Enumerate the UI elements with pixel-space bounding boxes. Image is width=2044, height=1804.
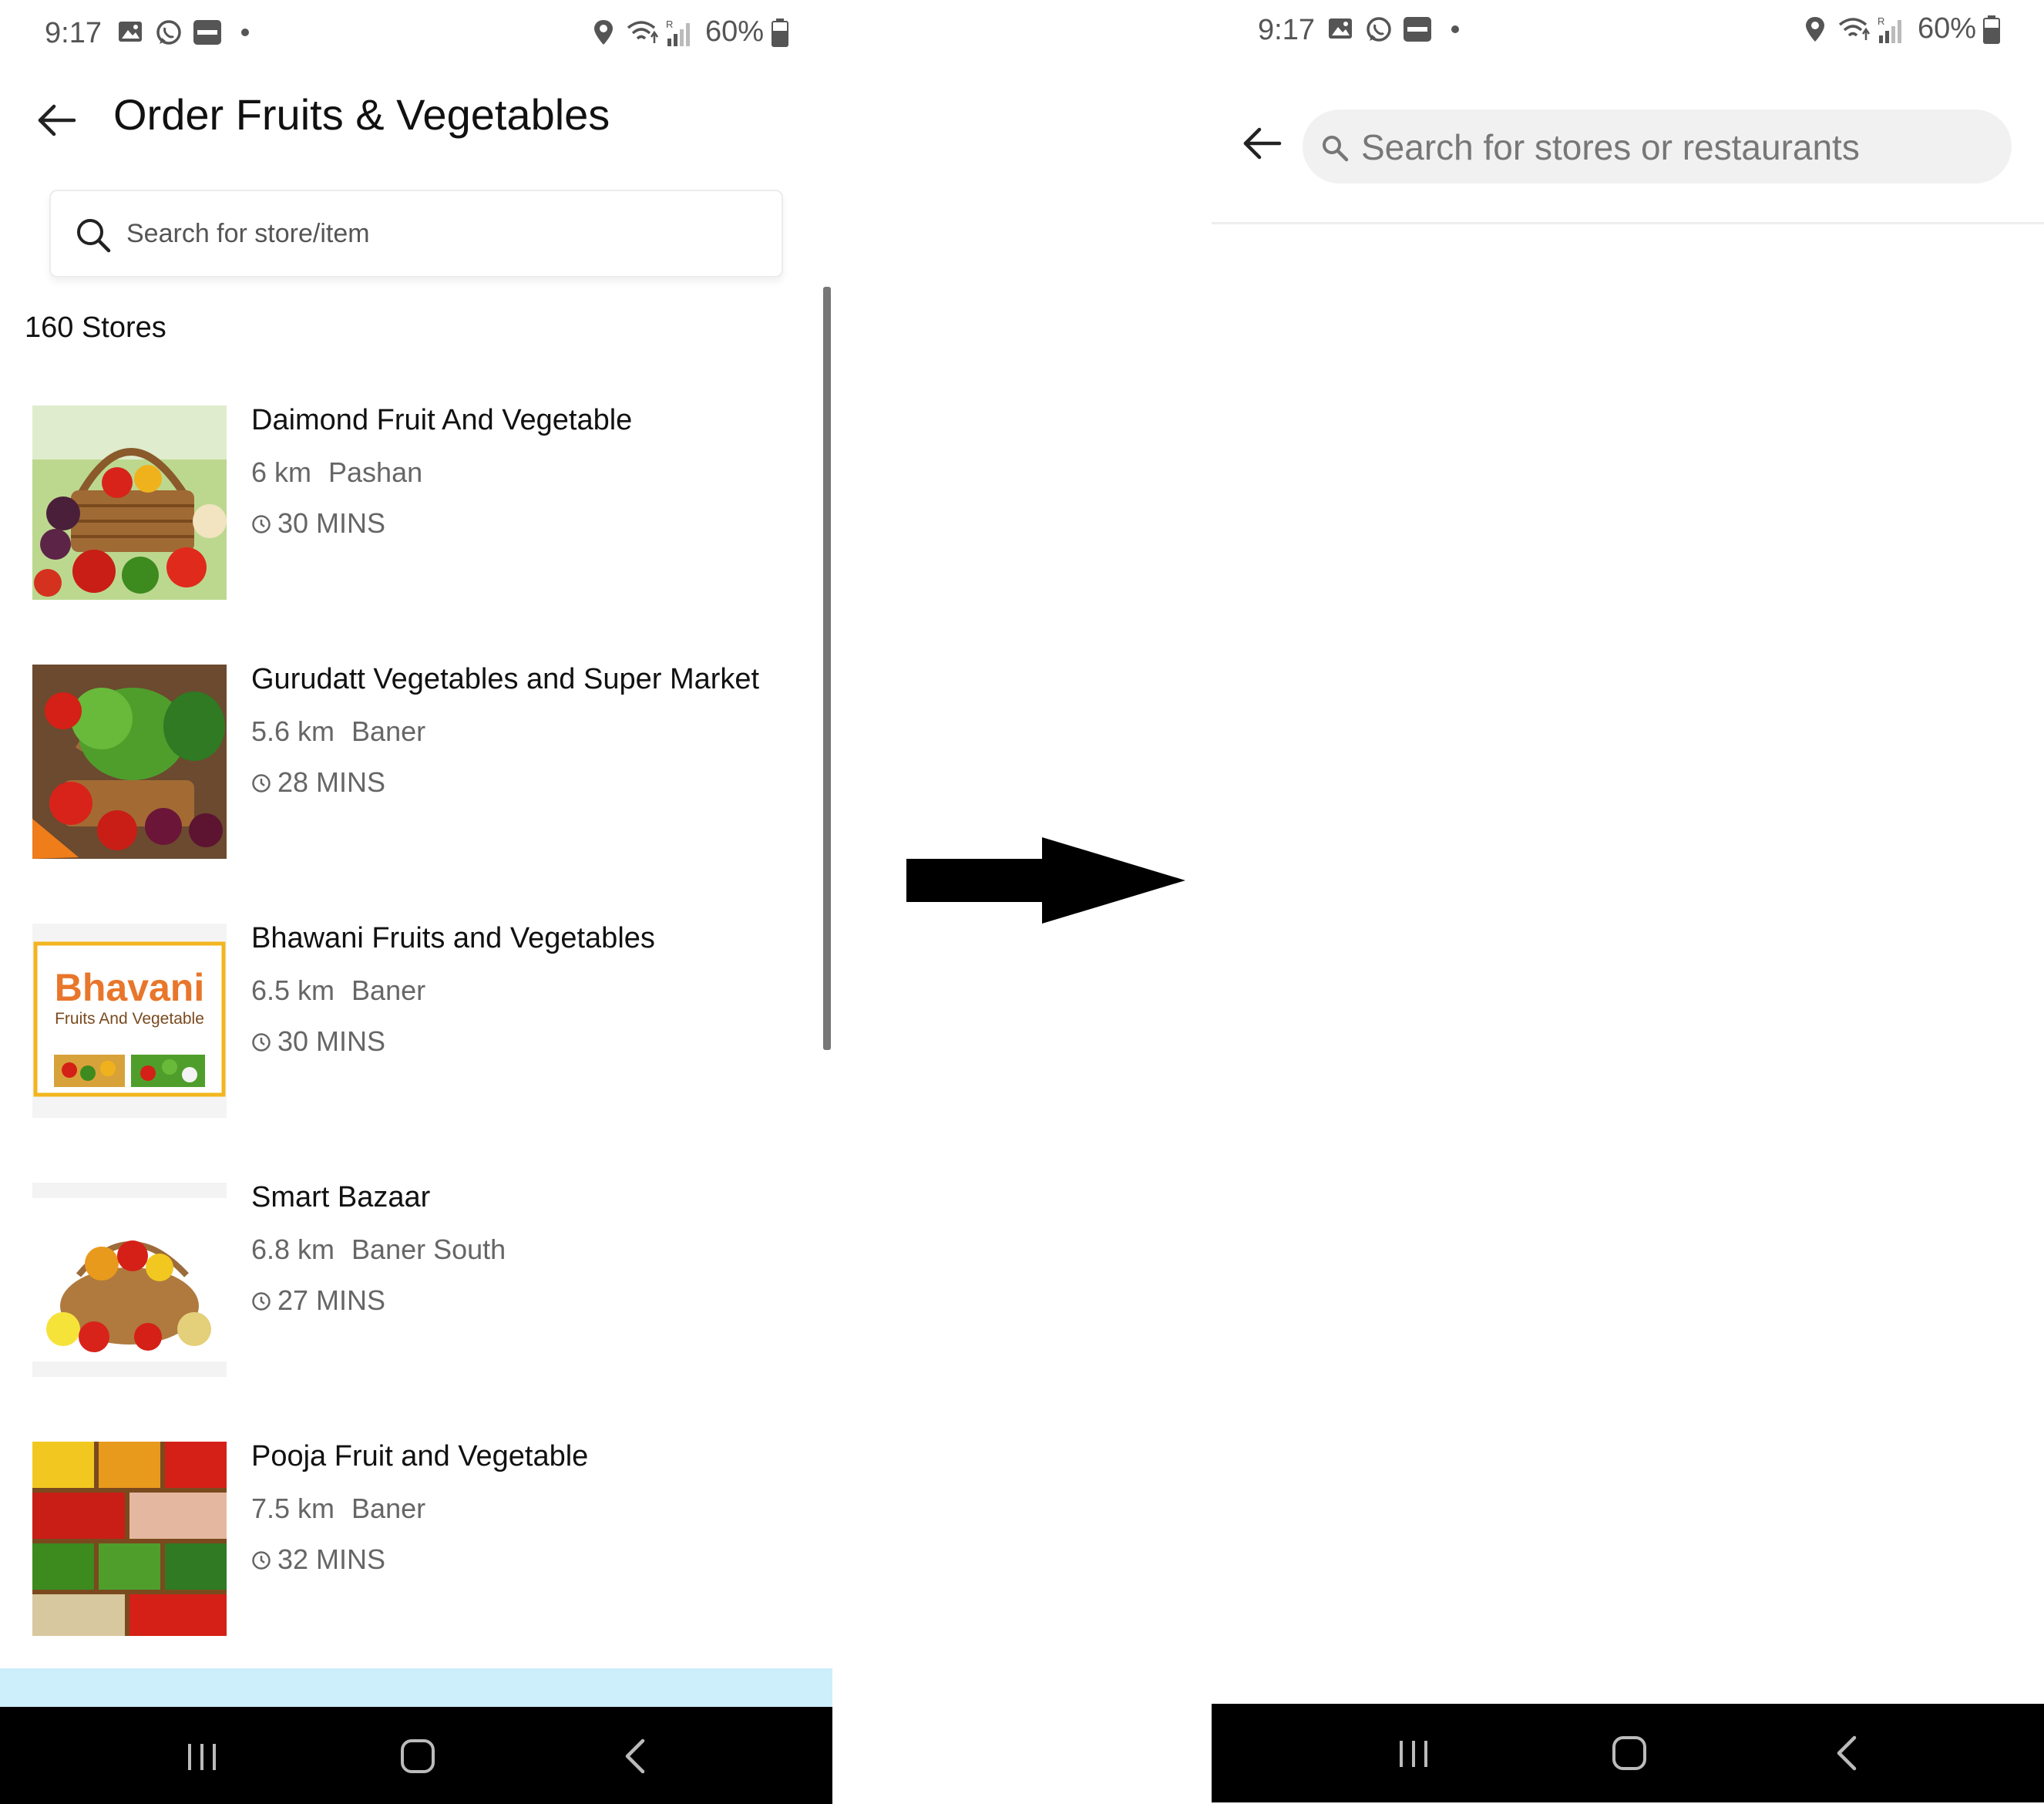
recents-icon[interactable] [179, 1733, 225, 1779]
store-eta: 27 MINS [251, 1284, 385, 1317]
navigation-bar [0, 1707, 832, 1804]
clock-icon [252, 1551, 271, 1570]
back-arrow-icon[interactable] [1239, 120, 1286, 167]
store-distance: 6 km [251, 456, 312, 488]
gallery-icon [1329, 19, 1352, 39]
recents-icon[interactable] [1390, 1730, 1437, 1776]
store-image-market-stall [32, 1442, 227, 1636]
store-card-smart-bazaar[interactable]: Smart Bazaar 6.8 km Baner South 27 MINS [0, 1163, 817, 1378]
search-icon [1323, 136, 1349, 162]
store-eta-text: 32 MINS [277, 1543, 386, 1575]
search-input[interactable]: Search for store/item [49, 190, 783, 278]
store-area: Baner [351, 974, 426, 1006]
store-area: Baner South [351, 1234, 506, 1265]
transition-arrow-icon [906, 837, 1185, 924]
store-card-gurudatt[interactable]: Gurudatt Vegetables and Super Market 5.6… [0, 645, 817, 860]
clock-icon [252, 1292, 271, 1311]
svg-text:R: R [1878, 15, 1884, 27]
navigation-bar [1212, 1704, 2044, 1802]
store-card-bhawani[interactable]: Bhavani Fruits And Vegetable Bhawani Fru… [0, 904, 817, 1119]
gallery-icon [119, 22, 142, 42]
dot-icon [241, 29, 249, 36]
store-name: Daimond Fruit And Vegetable [251, 404, 633, 436]
whatsapp-icon [1367, 17, 1391, 42]
store-eta-text: 27 MINS [277, 1284, 386, 1316]
status-time: 9:17 [1258, 14, 1315, 46]
clock-icon [252, 515, 271, 533]
right-screen: 9:17 R 60% Search for stores or restaura… [1212, 0, 2044, 1804]
store-area: Pashan [328, 456, 423, 488]
location-icon [1806, 17, 1824, 42]
page-title: Order Fruits & Vegetables [113, 90, 610, 139]
search-input[interactable]: Search for stores or restaurants [1303, 109, 2012, 183]
header-divider [1212, 222, 2044, 224]
store-distance: 6.5 km [251, 974, 335, 1006]
store-meta: 7.5 km Baner [251, 1493, 425, 1525]
battery-percent: 60% [1918, 12, 1977, 45]
store-eta-text: 30 MINS [277, 1025, 386, 1057]
back-arrow-icon[interactable] [34, 97, 80, 143]
store-logo-text: Bhavani [55, 966, 205, 1009]
store-logo-bhavani: Bhavani Fruits And Vegetable [32, 924, 227, 1118]
bottom-banner-peek[interactable] [0, 1668, 832, 1708]
store-count: 160 Stores [25, 311, 166, 344]
store-meta: 6 km Pashan [251, 456, 422, 489]
store-meta: 6.5 km Baner [251, 974, 425, 1007]
battery-icon [1983, 15, 2000, 44]
status-time: 9:17 [45, 17, 102, 49]
left-screen: 9:17 R 60% Order Fruits & Vegetables Sea… [0, 0, 832, 1804]
whatsapp-icon [156, 20, 181, 45]
store-eta: 28 MINS [251, 766, 385, 799]
battery-icon [772, 19, 788, 47]
wifi-icon [627, 21, 659, 43]
store-card-daimond[interactable]: Daimond Fruit And Vegetable 6 km Pashan 3… [0, 385, 817, 601]
store-area: Baner [351, 1493, 426, 1524]
store-image-vegetables [32, 665, 227, 859]
clock-icon [252, 774, 271, 793]
location-icon [594, 20, 613, 45]
store-image-basket [32, 406, 227, 600]
search-placeholder: Search for store/item [126, 219, 370, 248]
clock-icon [252, 1033, 271, 1052]
paytm-icon [193, 20, 221, 45]
store-name: Pooja Fruit and Vegetable [251, 1440, 589, 1472]
search-icon [77, 219, 111, 253]
store-image-fruit-basket [32, 1183, 227, 1377]
wifi-icon [1838, 18, 1871, 40]
paytm-icon [1404, 17, 1431, 42]
store-meta: 5.6 km Baner [251, 715, 425, 748]
signal-icon: R [1878, 15, 1901, 43]
search-placeholder: Search for stores or restaurants [1361, 127, 1860, 167]
dot-icon [1451, 25, 1459, 33]
battery-percent: 60% [705, 15, 765, 48]
store-eta: 32 MINS [251, 1543, 385, 1576]
store-name: Bhawani Fruits and Vegetables [251, 922, 655, 954]
status-bar: 9:17 R 60% [1212, 0, 2044, 66]
signal-icon: R [666, 19, 690, 46]
back-icon[interactable] [1825, 1730, 1871, 1776]
store-eta-text: 28 MINS [277, 766, 386, 798]
store-name: Gurudatt Vegetables and Super Market [251, 663, 760, 695]
status-bar: 9:17 R 60% [0, 0, 832, 66]
store-name: Smart Bazaar [251, 1181, 431, 1213]
store-card-pooja[interactable]: Pooja Fruit and Vegetable 7.5 km Baner 32… [0, 1422, 817, 1637]
svg-text:R: R [666, 19, 673, 30]
store-eta-text: 30 MINS [277, 507, 386, 539]
store-eta: 30 MINS [251, 1025, 385, 1058]
scrollbar[interactable] [823, 287, 831, 1050]
store-distance: 6.8 km [251, 1234, 335, 1265]
home-icon[interactable] [1606, 1730, 1652, 1776]
back-icon[interactable] [614, 1733, 660, 1779]
store-eta: 30 MINS [251, 507, 385, 540]
home-icon[interactable] [395, 1733, 441, 1779]
store-distance: 7.5 km [251, 1493, 335, 1524]
store-logo-subtext: Fruits And Vegetable [55, 1010, 204, 1028]
store-area: Baner [351, 715, 426, 747]
store-meta: 6.8 km Baner South [251, 1234, 506, 1266]
store-distance: 5.6 km [251, 715, 335, 747]
